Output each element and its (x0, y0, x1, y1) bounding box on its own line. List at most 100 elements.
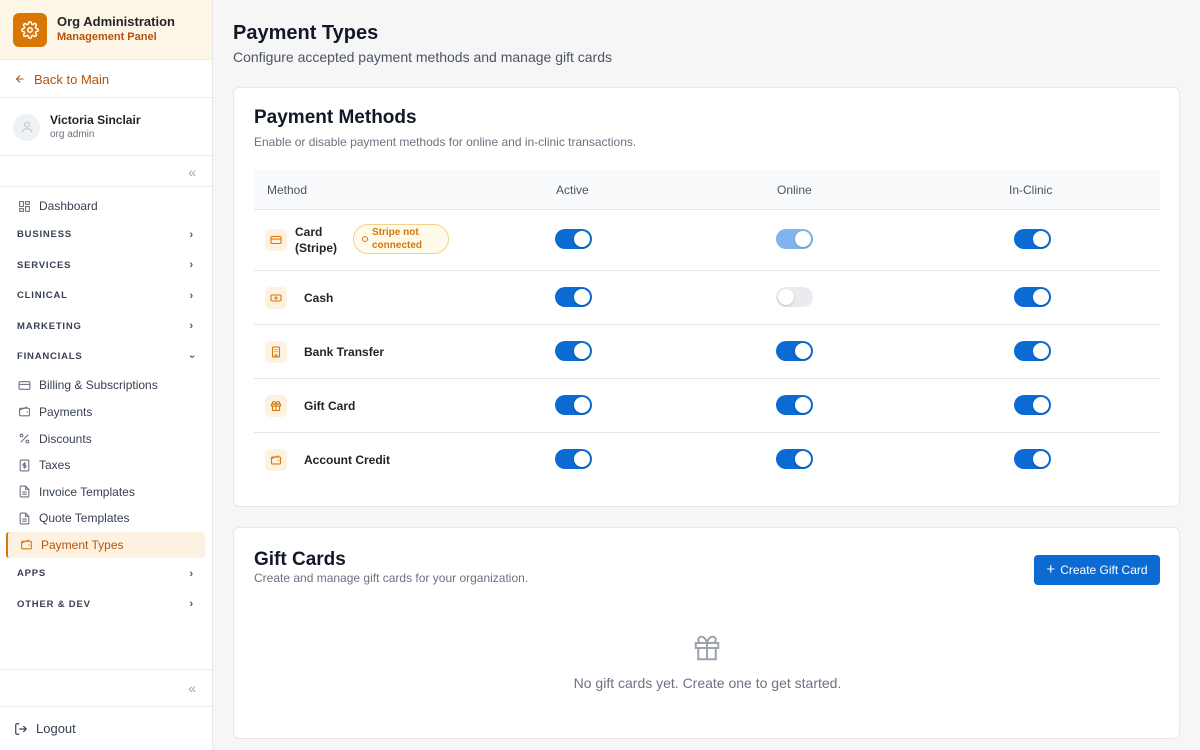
sidebar-section-marketing[interactable]: MARKETING › (0, 311, 212, 342)
sidebar-item-taxes[interactable]: Taxes (0, 452, 212, 479)
sidebar-item-label: Payments (39, 404, 93, 419)
active-toggle[interactable] (555, 229, 592, 249)
sidebar-item-payment-types[interactable]: Payment Types (6, 531, 205, 559)
method-name: Account Credit (304, 453, 391, 467)
in-clinic-toggle[interactable] (1014, 395, 1051, 415)
section-label: FINANCIALS (17, 351, 83, 363)
sidebar-item-invoice-templates[interactable]: Invoice Templates (0, 478, 212, 505)
method-name: Bank Transfer (304, 345, 385, 359)
credit-card-icon (17, 378, 31, 392)
status-badge: Stripe not connected (353, 224, 449, 254)
user-role: org admin (50, 128, 95, 140)
chevron-right-icon: › (189, 259, 194, 272)
sidebar-item-label: Billing & Subscriptions (39, 378, 158, 393)
user-icon (21, 121, 32, 133)
section-label: CLINICAL (17, 290, 68, 302)
method-name-line: (Stripe) (295, 241, 337, 255)
org-subtitle: Management Panel (57, 31, 157, 43)
sidebar-section-apps[interactable]: APPS › (0, 558, 212, 589)
collapse-sidebar-bottom-button[interactable]: « (0, 669, 212, 705)
chevron-down-icon: › (185, 354, 198, 360)
org-title: Org Administration (57, 14, 175, 29)
sidebar-item-payments[interactable]: Payments (0, 399, 212, 426)
method-name: Card (Stripe) (295, 224, 337, 256)
arrow-left-icon (15, 75, 24, 83)
sidebar-section-business[interactable]: BUSINESS › (0, 220, 212, 251)
gift-cards-subtitle: Create and manage gift cards for your or… (254, 571, 529, 585)
logout-label: Logout (36, 721, 76, 736)
badge-text: connected (372, 240, 423, 251)
logout-button[interactable]: Logout (0, 706, 212, 750)
wallet-icon (17, 405, 31, 419)
section-label: MARKETING (17, 320, 82, 332)
document-icon (17, 511, 31, 525)
section-label: APPS (17, 568, 47, 579)
badge-text: Stripe not (372, 227, 419, 238)
avatar (13, 113, 40, 141)
in-clinic-toggle[interactable] (1014, 449, 1051, 469)
logout-icon (15, 722, 28, 735)
gift-cards-card: Gift Cards Create and manage gift cards … (233, 527, 1180, 739)
chevron-right-icon: › (189, 289, 194, 302)
table-row: Gift Card (254, 379, 1160, 433)
chevron-right-icon: › (189, 567, 194, 580)
sidebar-item-dashboard[interactable]: Dashboard (0, 193, 212, 220)
table-row: Cash (254, 271, 1160, 325)
chevron-right-icon: › (189, 598, 194, 610)
in-clinic-toggle[interactable] (1014, 341, 1051, 361)
online-toggle[interactable] (776, 395, 813, 415)
payment-methods-card: Payment Methods Enable or disable paymen… (233, 87, 1180, 507)
active-toggle[interactable] (555, 395, 592, 415)
dashboard-icon (17, 199, 31, 213)
chevron-right-icon: › (189, 228, 194, 241)
column-header-method: Method (267, 183, 308, 197)
sidebar-item-label: Dashboard (39, 199, 98, 214)
gift-icon (692, 633, 722, 668)
payment-methods-subtitle: Enable or disable payment methods for on… (254, 135, 637, 149)
sidebar-item-discounts[interactable]: Discounts (0, 425, 212, 452)
sidebar-section-clinical[interactable]: CLINICAL › (0, 281, 212, 312)
section-label: OTHER & DEV (17, 598, 91, 610)
table-header: Method Active Online In-Clinic (254, 170, 1160, 210)
plus-icon: + (1046, 561, 1056, 578)
sidebar-item-label: Taxes (39, 458, 71, 473)
sidebar-item-label: Quote Templates (39, 511, 130, 526)
active-toggle[interactable] (555, 287, 592, 307)
sidebar-section-financials[interactable]: FINANCIALS › (0, 342, 212, 373)
online-toggle[interactable] (776, 229, 813, 249)
wallet-icon (19, 538, 33, 552)
online-toggle[interactable] (776, 341, 813, 361)
percent-icon (17, 432, 31, 446)
table-row: Account Credit (254, 433, 1160, 487)
online-toggle[interactable] (776, 449, 813, 469)
back-link-label: Back to Main (34, 71, 110, 87)
active-toggle[interactable] (555, 449, 592, 469)
sidebar-item-label: Payment Types (41, 537, 124, 552)
online-toggle[interactable] (776, 287, 813, 307)
sidebar-item-billing[interactable]: Billing & Subscriptions (0, 372, 212, 399)
payment-methods-title: Payment Methods (254, 107, 417, 128)
section-label: SERVICES (17, 259, 72, 271)
sidebar-nav: Dashboard BUSINESS › SERVICES › CLINICAL › … (0, 193, 212, 619)
gift-icon (265, 395, 287, 417)
building-icon (265, 341, 287, 363)
column-header-online: Online (777, 183, 812, 197)
sidebar-item-label: Invoice Templates (39, 484, 135, 499)
sidebar-item-quote-templates[interactable]: Quote Templates (0, 505, 212, 532)
gift-cards-title: Gift Cards (254, 549, 346, 570)
in-clinic-toggle[interactable] (1014, 229, 1051, 249)
sidebar-section-other-dev[interactable]: OTHER & DEV › (0, 589, 212, 620)
table-row: Bank Transfer (254, 325, 1160, 379)
active-toggle[interactable] (555, 341, 592, 361)
page-title: Payment Types (233, 22, 379, 44)
back-to-main-link[interactable]: Back to Main (0, 61, 212, 98)
sidebar-section-services[interactable]: SERVICES › (0, 250, 212, 281)
create-gift-card-button[interactable]: + Create Gift Card (1034, 555, 1160, 585)
user-name: Victoria Sinclair (50, 112, 141, 127)
method-name-line: Card (295, 225, 323, 239)
user-profile[interactable]: Victoria Sinclair org admin (0, 99, 212, 156)
in-clinic-toggle[interactable] (1014, 287, 1051, 307)
collapse-sidebar-button[interactable]: « (0, 157, 212, 187)
chevron-right-icon: › (189, 320, 194, 333)
column-header-active: Active (556, 183, 589, 197)
